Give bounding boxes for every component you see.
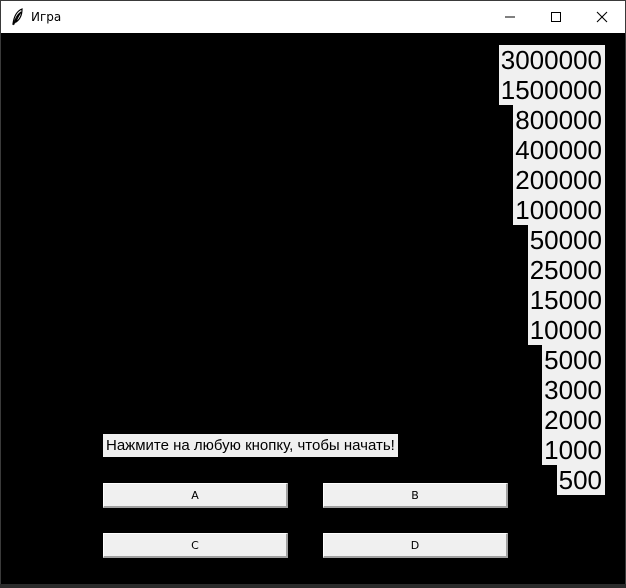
answer-c-button[interactable]: C <box>103 533 288 558</box>
minimize-icon <box>504 8 516 27</box>
prize-level-15: 3000000 <box>498 45 605 75</box>
answer-b-button[interactable]: B <box>323 483 508 508</box>
status-message: Нажмите на любую кнопку, чтобы начать! <box>103 434 398 457</box>
prize-level-9: 50000 <box>527 225 605 255</box>
game-window: Игра 3000000 1500000 800000 400000 20000… <box>0 0 626 586</box>
window-title: Игра <box>31 10 62 24</box>
prize-level-6: 10000 <box>527 315 605 345</box>
close-icon <box>596 8 608 27</box>
game-area: 3000000 1500000 800000 400000 200000 100… <box>1 33 625 585</box>
close-button[interactable] <box>579 1 625 33</box>
maximize-button[interactable] <box>533 1 579 33</box>
prize-level-5: 5000 <box>542 345 605 375</box>
desktop-background <box>0 584 626 588</box>
answer-d-button[interactable]: D <box>323 533 508 558</box>
prize-level-7: 15000 <box>527 285 605 315</box>
answer-a-button[interactable]: A <box>103 483 288 508</box>
prize-level-4: 3000 <box>542 375 605 405</box>
title-bar[interactable]: Игра <box>1 1 625 33</box>
prize-level-2: 1000 <box>542 435 605 465</box>
prize-level-3: 2000 <box>542 405 605 435</box>
minimize-button[interactable] <box>487 1 533 33</box>
prize-level-13: 800000 <box>513 105 605 135</box>
prize-level-11: 200000 <box>513 165 605 195</box>
prize-level-12: 400000 <box>513 135 605 165</box>
prize-level-14: 1500000 <box>498 75 605 105</box>
prize-level-8: 25000 <box>527 255 605 285</box>
maximize-icon <box>550 8 562 27</box>
feather-icon <box>10 8 26 26</box>
prize-level-10: 100000 <box>513 195 605 225</box>
prize-level-1: 500 <box>556 465 605 495</box>
